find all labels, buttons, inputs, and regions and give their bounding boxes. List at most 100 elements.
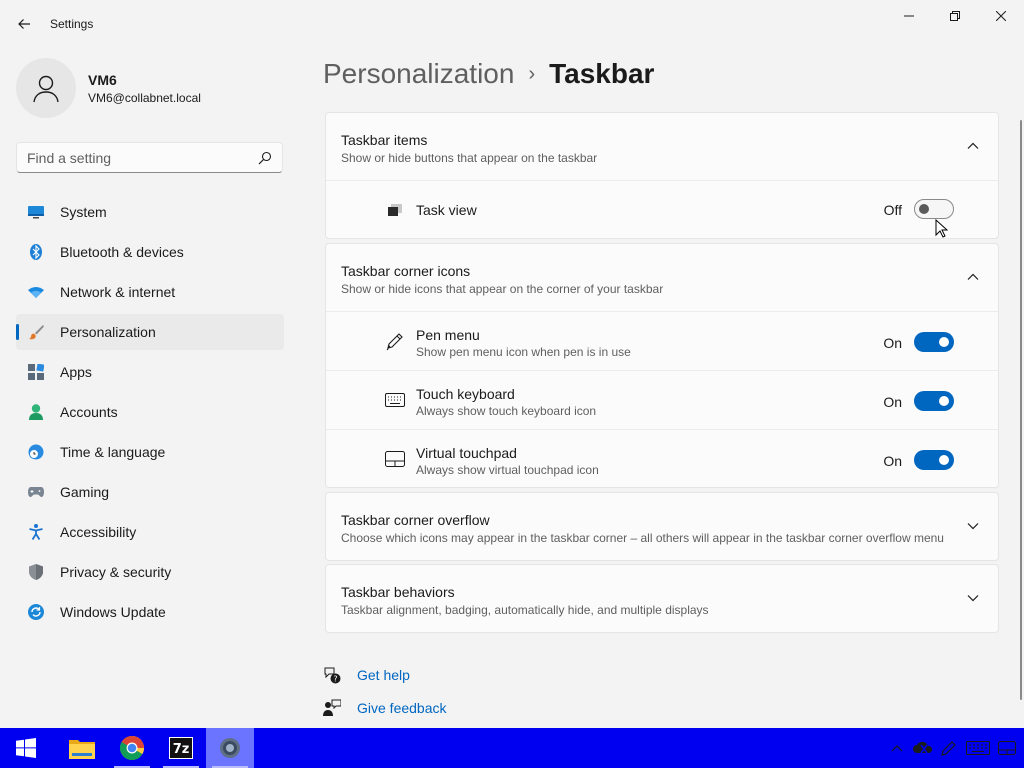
pen-menu-description: Show pen menu icon when pen is in use	[416, 345, 631, 359]
feedback-icon	[323, 699, 341, 716]
sidebar-item-label: Windows Update	[60, 604, 166, 620]
tray-pen[interactable]	[936, 728, 962, 768]
section-description: Taskbar alignment, badging, automaticall…	[341, 603, 709, 617]
section-description: Show or hide icons that appear on the co…	[341, 282, 664, 296]
taskbar: 7z	[0, 728, 1024, 768]
taskbar-settings[interactable]	[206, 728, 254, 768]
chevron-down-icon	[967, 595, 979, 602]
back-arrow-icon	[18, 19, 30, 29]
shield-icon	[28, 564, 44, 580]
pen-menu-state: On	[883, 335, 902, 351]
sidebar-item-label: Personalization	[60, 324, 156, 340]
sidebar-item-label: Bluetooth & devices	[60, 244, 184, 260]
sidebar-item-personalization[interactable]: Personalization	[16, 314, 284, 350]
task-view-row: Task view Off	[326, 180, 998, 238]
behaviors-header[interactable]: Taskbar behaviors Taskbar alignment, bad…	[326, 565, 998, 632]
search-input[interactable]	[27, 149, 252, 166]
get-help-label: Get help	[357, 667, 410, 683]
maximize-button[interactable]	[932, 0, 978, 32]
mouse-cursor-icon	[935, 219, 948, 238]
search-box	[16, 142, 283, 173]
breadcrumb: Personalization › Taskbar	[323, 58, 654, 90]
sidebar-item-label: Time & language	[60, 444, 166, 460]
sidebar-nav: System Bluetooth & devices Network & int…	[16, 194, 284, 634]
breadcrumb-parent[interactable]: Personalization	[323, 58, 514, 90]
virtual-touchpad-row: Virtual touchpad Always show virtual tou…	[326, 429, 998, 487]
section-title: Taskbar corner icons	[341, 263, 471, 279]
sidebar-item-apps[interactable]: Apps	[16, 354, 284, 390]
sidebar-item-accessibility[interactable]: Accessibility	[16, 514, 284, 550]
virtual-touchpad-state: On	[883, 453, 902, 469]
svg-text:?: ?	[333, 675, 337, 684]
tray-touchpad[interactable]	[994, 728, 1020, 768]
brush-icon	[28, 324, 44, 340]
start-button[interactable]	[2, 728, 50, 768]
page-title: Taskbar	[549, 58, 655, 89]
sidebar-item-accounts[interactable]: Accounts	[16, 394, 284, 430]
taskbar-items-header[interactable]: Taskbar items Show or hide buttons that …	[326, 113, 998, 180]
touch-keyboard-toggle[interactable]	[914, 391, 954, 411]
sidebar-item-network[interactable]: Network & internet	[16, 274, 284, 310]
settings-icon	[220, 738, 240, 758]
start-icon	[16, 738, 36, 758]
section-title: Taskbar items	[341, 132, 428, 148]
apps-icon	[28, 364, 44, 380]
sidebar-item-bluetooth[interactable]: Bluetooth & devices	[16, 234, 284, 270]
close-button[interactable]	[978, 0, 1024, 32]
chevron-up-icon	[967, 273, 979, 280]
system-tray	[884, 728, 1020, 768]
tray-onedrive[interactable]	[910, 728, 936, 768]
chrome-icon	[120, 736, 144, 760]
taskbar-items-section: Taskbar items Show or hide buttons that …	[325, 112, 999, 239]
pen-icon	[385, 331, 405, 351]
toggle-knob	[939, 337, 949, 347]
pen-menu-label: Pen menu	[416, 327, 480, 343]
help-icon: ?	[324, 667, 341, 684]
back-button[interactable]	[8, 10, 40, 38]
app-title: Settings	[50, 17, 94, 31]
taskbar-file-explorer[interactable]	[58, 728, 106, 768]
update-icon	[28, 604, 44, 620]
sidebar-item-time-language[interactable]: Time & language	[16, 434, 284, 470]
task-view-state: Off	[883, 202, 902, 218]
minimize-icon	[904, 15, 914, 17]
taskbar-7zip[interactable]: 7z	[157, 728, 205, 768]
toggle-knob	[939, 396, 949, 406]
corner-icons-header[interactable]: Taskbar corner icons Show or hide icons …	[326, 244, 998, 311]
chevron-down-icon	[967, 523, 979, 530]
tray-keyboard[interactable]	[962, 728, 994, 768]
breadcrumb-separator: ›	[528, 62, 536, 85]
gamepad-icon	[28, 484, 44, 500]
sidebar-item-gaming[interactable]: Gaming	[16, 474, 284, 510]
virtual-touchpad-label: Virtual touchpad	[416, 445, 517, 461]
virtual-touchpad-description: Always show virtual touchpad icon	[416, 463, 599, 477]
keyboard-icon	[385, 390, 405, 410]
task-view-toggle[interactable]	[914, 199, 954, 219]
sidebar-item-label: Gaming	[60, 484, 110, 500]
sidebar-item-label: Accessibility	[60, 524, 137, 540]
search-icon[interactable]	[258, 151, 272, 170]
give-feedback-link[interactable]: Give feedback	[323, 699, 447, 717]
keyboard-icon	[966, 741, 990, 755]
behaviors-section: Taskbar behaviors Taskbar alignment, bad…	[325, 564, 999, 633]
profile-name: VM6	[88, 71, 117, 88]
minimize-button[interactable]	[886, 0, 932, 32]
sidebar-item-label: Privacy & security	[60, 564, 172, 580]
sidebar-item-system[interactable]: System	[16, 194, 284, 230]
touch-keyboard-label: Touch keyboard	[416, 386, 515, 402]
user-profile[interactable]: VM6 VM6@collabnet.local	[16, 58, 201, 118]
pen-menu-toggle[interactable]	[914, 332, 954, 352]
sidebar-item-label: Apps	[60, 364, 92, 380]
sidebar-item-privacy-security[interactable]: Privacy & security	[16, 554, 284, 590]
accessibility-icon	[28, 524, 44, 540]
taskbar-chrome[interactable]	[108, 728, 156, 768]
sidebar-item-label: Network & internet	[60, 284, 176, 300]
restore-icon	[950, 11, 960, 21]
get-help-link[interactable]: ? Get help	[323, 666, 410, 684]
tray-overflow-button[interactable]	[884, 728, 910, 768]
corner-overflow-header[interactable]: Taskbar corner overflow Choose which ico…	[326, 493, 998, 560]
section-description: Choose which icons may appear in the tas…	[341, 531, 944, 545]
virtual-touchpad-toggle[interactable]	[914, 450, 954, 470]
sidebar-item-windows-update[interactable]: Windows Update	[16, 594, 284, 630]
scrollbar[interactable]	[1020, 120, 1022, 700]
